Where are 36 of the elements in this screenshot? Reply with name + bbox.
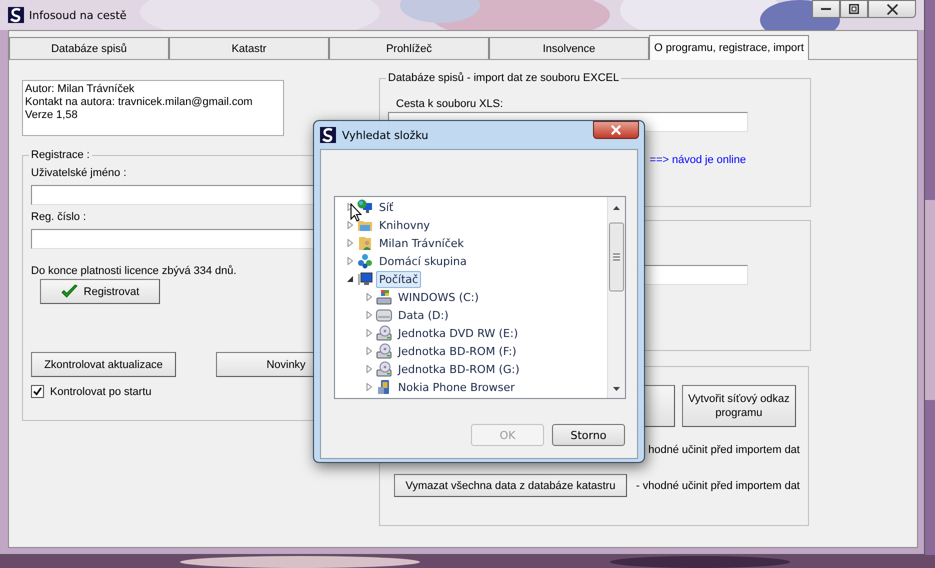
tree-item[interactable]: Jednotka BD-ROM (F:): [395, 342, 520, 360]
tree-item[interactable]: Milan Trávníček: [376, 234, 467, 252]
about-line: Autor: Milan Trávníček: [25, 83, 134, 96]
window-title: Infosoud na cestě: [29, 8, 127, 22]
tree-item[interactable]: Počítač: [376, 270, 422, 288]
field-label: Cesta k souboru XLS:: [396, 98, 504, 110]
cancel-button[interactable]: Storno: [552, 424, 625, 446]
license-text: Do konce platnosti licence zbývá 334 dnů.: [31, 265, 236, 277]
check-updates-button[interactable]: Zkontrolovat aktualizace: [31, 352, 176, 377]
tree-item[interactable]: Jednotka BD-ROM (G:): [395, 360, 523, 378]
tab[interactable]: Insolvence: [489, 37, 649, 59]
tree-item[interactable]: Jednotka DVD RW (E:): [395, 324, 522, 342]
about-line: Kontakt na autora: travnicek.milan@gmail.com: [25, 96, 253, 109]
network-link-button[interactable]: Vytvořit síťový odkaz programu: [682, 385, 796, 427]
register-button[interactable]: Registrovat: [40, 279, 160, 304]
tab[interactable]: O programu, registrace, import: [649, 35, 809, 60]
tree-item[interactable]: Síť: [376, 198, 396, 216]
checkbox-label: Kontrolovat po startu: [50, 386, 152, 398]
about-line: Verze 1,58: [25, 109, 78, 122]
tree-item[interactable]: Nokia Phone Browser: [395, 378, 518, 396]
tab[interactable]: Prohlížeč: [329, 37, 489, 59]
tab[interactable]: Katastr: [169, 37, 329, 59]
note-text: hodné učinit před importem dat: [648, 444, 800, 458]
tree-item[interactable]: WINDOWS (C:): [395, 288, 482, 306]
group-title: Registrace :: [30, 149, 91, 161]
tree-item[interactable]: Data (D:): [395, 306, 452, 324]
tree-item[interactable]: Domácí skupina: [376, 252, 470, 270]
tab[interactable]: Databáze spisů: [9, 37, 169, 59]
delete-data-button[interactable]: Vymazat všechna data z databáze katastru: [394, 474, 627, 497]
dialog-title: Vyhledat složku: [342, 128, 428, 142]
online-guide-link[interactable]: ==> návod je online: [650, 154, 746, 166]
note-text: - vhodné učinit před importem dat: [636, 480, 800, 492]
field-label: Reg. číslo :: [31, 211, 86, 224]
group-title: Databáze spisů - import dat ze souboru EXCEL: [387, 72, 620, 84]
tree-item[interactable]: Knihovny: [376, 216, 433, 234]
field-label: Uživatelské jméno :: [31, 167, 126, 180]
